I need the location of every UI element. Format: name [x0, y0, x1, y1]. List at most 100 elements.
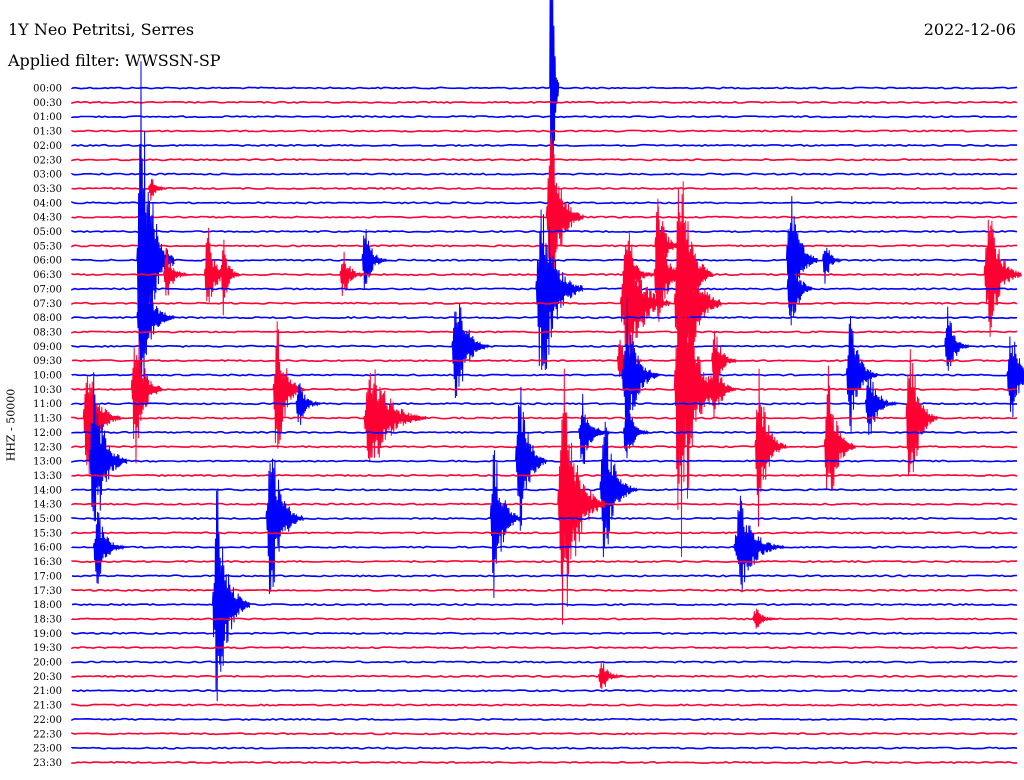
seismic-event	[92, 511, 126, 584]
seismogram-trace	[71, 115, 1018, 119]
trace-time-label: 15:30	[33, 528, 62, 539]
trace-time-label: 03:30	[33, 184, 62, 195]
seismogram-trace	[71, 516, 1018, 521]
trace-time-label: 08:30	[33, 327, 62, 338]
seismogram-trace	[71, 488, 1018, 492]
seismic-event	[148, 179, 168, 201]
trace-time-label: 16:00	[33, 543, 62, 554]
trace-time-label: 11:00	[33, 399, 62, 410]
trace-time-label: 20:00	[33, 658, 62, 669]
trace-time-label: 05:30	[33, 241, 62, 252]
seismic-event	[361, 229, 387, 290]
seismic-event	[597, 661, 624, 690]
seismogram-trace	[71, 86, 1018, 90]
trace-time-label: 18:00	[33, 600, 62, 611]
trace-time-label: 17:00	[33, 571, 62, 582]
seismogram-trace	[71, 316, 1018, 320]
trace-time-label: 05:00	[33, 227, 62, 238]
seismogram-trace	[71, 560, 1018, 564]
trace-time-label: 11:30	[33, 414, 62, 425]
trace-time-label: 19:30	[33, 643, 62, 654]
seismogram-trace	[71, 631, 1018, 635]
trace-time-label: 21:30	[33, 701, 62, 712]
trace-time-label: 10:00	[33, 371, 62, 382]
trace-time-label: 21:00	[33, 686, 62, 697]
seismogram-trace	[71, 129, 1018, 133]
trace-time-label: 13:30	[33, 471, 62, 482]
seismic-event	[983, 219, 1022, 337]
seismic-event	[822, 247, 842, 284]
trace-time-label: 12:30	[33, 442, 62, 453]
trace-time-label: 17:30	[33, 586, 62, 597]
seismic-event	[363, 369, 427, 463]
seismogram-trace	[71, 746, 1018, 750]
trace-time-label: 18:30	[33, 614, 62, 625]
seismogram-trace	[71, 445, 1018, 449]
seismogram-trace	[71, 732, 1018, 736]
seismic-event	[1006, 336, 1024, 418]
seismic-event	[711, 365, 737, 419]
seismic-event	[622, 406, 649, 459]
seismogram-trace	[71, 689, 1018, 693]
seismic-event	[864, 369, 897, 436]
seismogram-trace	[71, 229, 1018, 234]
trace-time-label: 07:00	[33, 284, 62, 295]
trace-time-label: 19:00	[33, 629, 62, 640]
trace-time-label: 01:00	[33, 112, 62, 123]
trace-time-label: 06:00	[33, 256, 62, 267]
seismogram-trace	[71, 143, 1017, 147]
seismogram-trace	[71, 344, 1018, 348]
trace-time-label: 02:30	[33, 155, 62, 166]
seismogram-trace	[71, 172, 1018, 176]
trace-time-label: 14:30	[33, 500, 62, 511]
seismic-event	[515, 386, 548, 531]
seismogram-trace	[71, 646, 1018, 650]
seismogram-trace	[71, 703, 1018, 707]
seismogram-trace	[71, 387, 1018, 391]
trace-time-label: 09:30	[33, 356, 62, 367]
seismogram-trace	[71, 660, 1018, 664]
seismic-event	[557, 368, 605, 625]
seismogram-trace	[71, 502, 1018, 506]
seismogram-trace	[71, 100, 1018, 104]
trace-time-label: 13:00	[33, 457, 62, 468]
trace-time-label: 04:30	[33, 213, 62, 224]
seismic-event	[754, 368, 787, 527]
trace-time-label: 23:00	[33, 744, 62, 755]
seismogram-trace	[71, 430, 1018, 434]
trace-time-label: 04:00	[33, 198, 62, 209]
seismic-event	[136, 61, 175, 412]
seismogram-trace	[71, 330, 1018, 334]
seismogram-trace	[71, 359, 1018, 363]
trace-time-label: 09:00	[33, 342, 62, 353]
seismogram-trace	[71, 717, 1018, 722]
seismic-event	[211, 488, 251, 702]
seismogram-trace	[71, 158, 1018, 162]
trace-time-label: 01:30	[33, 127, 62, 138]
trace-time-label: 20:30	[33, 672, 62, 683]
trace-time-label: 00:30	[33, 98, 62, 109]
trace-time-label: 22:00	[33, 715, 62, 726]
helicorder-plot: 00:00 00:30 01:00 01:30 02:00 02:30 03:00 03:30…	[33, 0, 1024, 769]
trace-time-label: 00:00	[33, 84, 62, 95]
seismogram-trace	[71, 674, 1018, 678]
seismic-event	[905, 349, 938, 477]
trace-time-label: 03:00	[33, 170, 62, 181]
trace-time-label: 16:30	[33, 557, 62, 568]
seismogram-trace	[71, 473, 1018, 477]
trace-time-label: 07:30	[33, 299, 62, 310]
trace-time-label: 23:30	[33, 758, 62, 769]
trace-time-label: 12:00	[33, 428, 62, 439]
seismogram-trace	[71, 201, 1018, 205]
trace-time-label: 10:30	[33, 385, 62, 396]
trace-time-label: 22:30	[33, 729, 62, 740]
seismogram-trace	[71, 301, 1018, 305]
trace-time-label: 14:00	[33, 485, 62, 496]
trace-time-label: 15:00	[33, 514, 62, 525]
seismogram-trace	[71, 531, 1018, 535]
trace-time-label: 02:00	[33, 141, 62, 152]
trace-time-label: 06:30	[33, 270, 62, 281]
seismogram-trace	[71, 760, 1018, 764]
seismogram-trace	[71, 545, 1018, 549]
seismogram-trace	[71, 215, 1018, 219]
